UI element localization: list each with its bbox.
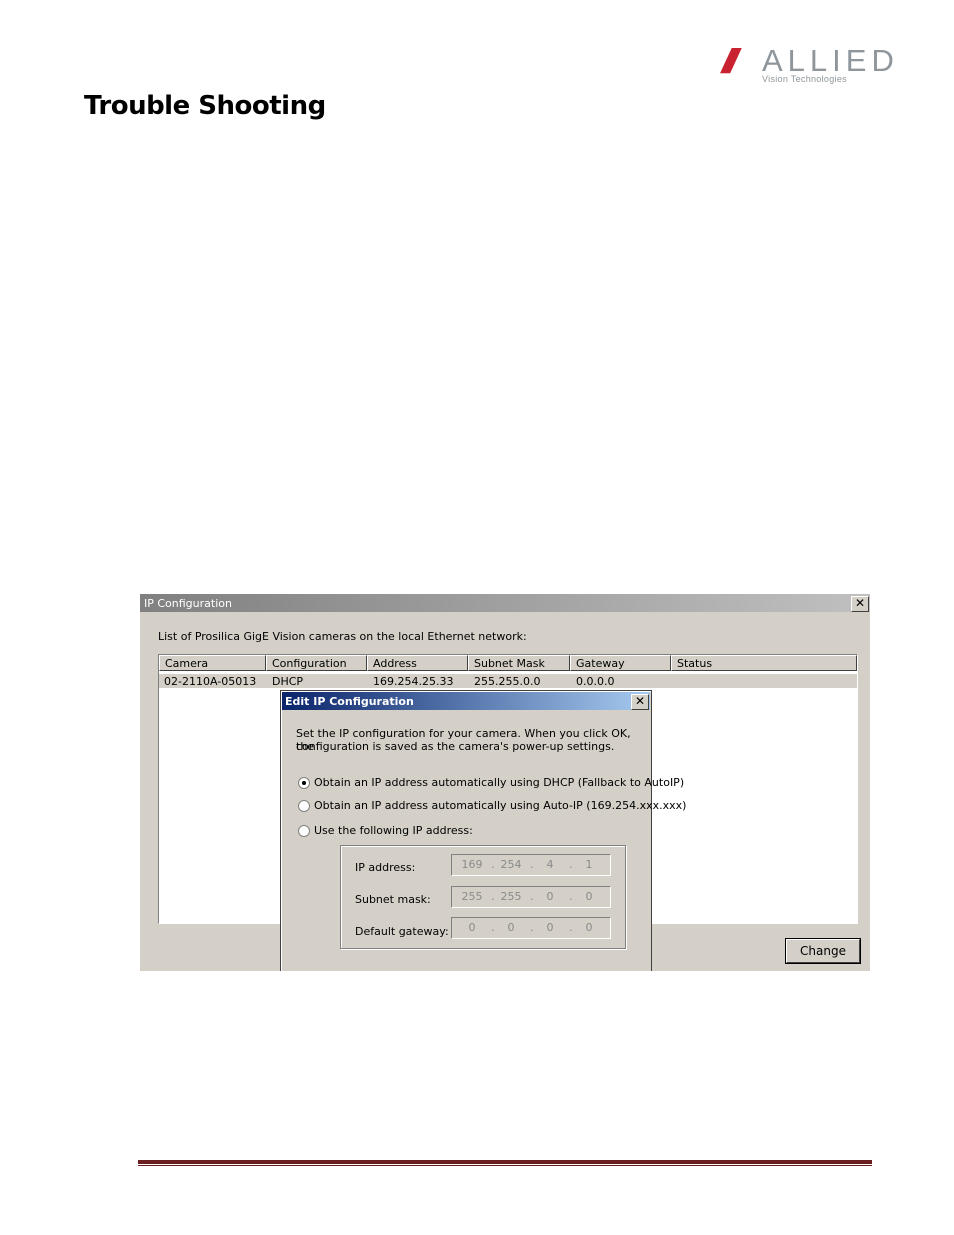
radio-dhcp[interactable] [298,777,310,789]
camera-list-header: Camera Configuration Mode Address Subnet… [159,655,857,686]
footer-rule [138,1160,872,1164]
mask-octet-4: 0 [585,890,593,903]
logo-slashes: //// [722,43,739,81]
subnet-mask-label: Subnet mask: [355,893,431,906]
mask-octet-3: 0 [546,890,554,903]
logo-wordmark: ALLIED [762,43,899,78]
radio-auto-ip[interactable] [298,800,310,812]
ip-dot: . [491,858,495,871]
gateway-octet-4: 0 [585,921,593,934]
mask-octet-2: 255 [500,890,522,903]
ip-dot: . [569,858,573,871]
mask-octet-1: 255 [461,890,483,903]
camera-list-intro: List of Prosilica GigE Vision cameras on… [158,630,527,643]
gateway-octet-1: 0 [468,921,476,934]
gateway-octet-3: 0 [546,921,554,934]
ip-address-field[interactable]: 169 . 254 . 4 . 1 [451,854,611,876]
column-header-configuration-mode[interactable]: Configuration Mode [266,655,367,686]
window-title-bar: IP Configuration ✕ [140,594,870,612]
edit-ip-configuration-dialog: Edit IP Configuration ✕ Set the IP confi… [280,690,686,971]
gateway-dot: . [569,921,573,934]
ip-octet-2: 254 [500,858,522,871]
change-button[interactable]: Change [786,939,860,963]
mask-dot: . [530,890,534,903]
dialog-description-line-2: configuration is saved as the camera's p… [296,740,615,753]
close-icon: ✕ [854,596,866,610]
option-dhcp-label: Obtain an IP address automatically using… [314,776,685,789]
ip-address-label: IP address: [355,861,416,874]
ip-configuration-window: IP Configuration ✕ List of Prosilica Gig… [140,594,870,971]
subnet-mask-field[interactable]: 255 . 255 . 0 . 0 [451,886,611,908]
cell-address: 169.254.25.33 [373,675,454,688]
footer-rule-thin [138,1165,872,1166]
dialog-title: Edit IP Configuration [285,695,414,708]
cell-gateway: 0.0.0.0 [576,675,615,688]
window-title: IP Configuration [144,597,232,610]
option-static-ip-label: Use the following IP address: [314,824,473,837]
close-icon: ✕ [634,694,646,708]
default-gateway-label: Default gateway: [355,925,449,938]
logo-subtitle: Vision Technologies [762,74,847,84]
column-header-gateway[interactable]: Gateway [570,655,671,671]
column-header-status[interactable]: Status [671,655,857,671]
cell-camera: 02-2110A-05013 [164,675,257,688]
column-header-camera[interactable]: Camera [159,655,266,671]
cell-configuration-mode: DHCP [272,675,304,688]
dialog-title-bar: Edit IP Configuration ✕ [282,692,650,710]
page-title: Trouble Shooting [84,91,326,121]
allied-logo: //// ALLIED Vision Technologies [722,43,894,88]
ip-octet-3: 4 [546,858,554,871]
ip-dot: . [530,858,534,871]
column-header-subnet-mask[interactable]: Subnet Mask [468,655,570,671]
gateway-dot: . [491,921,495,934]
radio-static-ip[interactable] [298,825,310,837]
gateway-octet-2: 0 [507,921,515,934]
cell-subnet-mask: 255.255.0.0 [474,675,541,688]
ip-octet-1: 169 [461,858,483,871]
dialog-close-button[interactable]: ✕ [631,694,649,710]
static-ip-group: IP address: 169 . 254 . 4 . 1 Subnet mas… [340,845,626,949]
window-close-button[interactable]: ✕ [851,596,869,612]
mask-dot: . [491,890,495,903]
option-auto-ip-label: Obtain an IP address automatically using… [314,799,687,812]
default-gateway-field[interactable]: 0 . 0 . 0 . 0 [451,917,611,939]
gateway-dot: . [530,921,534,934]
camera-row[interactable]: 02-2110A-05013 DHCP 169.254.25.33 255.25… [159,674,857,688]
mask-dot: . [569,890,573,903]
ip-octet-4: 1 [585,858,593,871]
column-header-address[interactable]: Address [367,655,468,671]
